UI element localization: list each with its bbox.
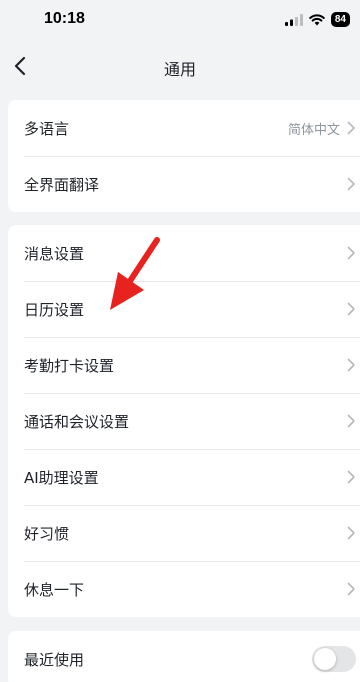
chevron-right-icon [347, 582, 355, 596]
settings-item-label: 全界面翻译 [24, 175, 100, 194]
row-right [346, 225, 356, 281]
settings-item-label: 最近使用 [24, 650, 85, 669]
row-right [346, 449, 356, 505]
settings-item-label: AI助理设置 [24, 468, 99, 487]
nav-bar: 通用 [0, 44, 360, 90]
page-title: 通用 [163, 60, 196, 79]
status-bar: 10:18 84 [0, 0, 360, 40]
settings-item-full-translation[interactable]: 全界面翻译 [8, 156, 360, 212]
settings-item-message[interactable]: 消息设置 [8, 225, 360, 281]
row-right [346, 337, 356, 393]
settings-item-label: 休息一下 [24, 580, 85, 599]
chevron-right-icon [347, 414, 355, 428]
status-icons: 84 [284, 12, 350, 27]
status-time: 10:18 [44, 10, 85, 27]
settings-item-label: 消息设置 [24, 244, 85, 263]
settings-group-recent: 最近使用 [8, 631, 360, 682]
chevron-right-icon [347, 177, 355, 191]
settings-item-calendar[interactable]: 日历设置 [8, 281, 360, 337]
row-right [346, 156, 356, 212]
chevron-right-icon [347, 302, 355, 316]
signal-icon [284, 13, 303, 26]
settings-item-label: 好习惯 [24, 524, 70, 543]
settings-item-good-habits[interactable]: 好习惯 [8, 505, 360, 561]
row-right [346, 281, 356, 337]
chevron-right-icon [347, 121, 355, 135]
row-right [312, 631, 356, 682]
row-right [346, 561, 356, 617]
settings-group-features: 消息设置 日历设置 考勤打卡设置 通话和会议设置 AI助理设置 好习惯 休息一下 [8, 225, 360, 617]
language-value: 简体中文 [287, 122, 340, 138]
settings-item-attendance[interactable]: 考勤打卡设置 [8, 337, 360, 393]
settings-item-recent: 最近使用 [8, 631, 360, 682]
wifi-icon [309, 13, 325, 25]
chevron-right-icon [347, 358, 355, 372]
settings-item-calls-meetings[interactable]: 通话和会议设置 [8, 393, 360, 449]
chevron-right-icon [347, 246, 355, 260]
chevron-right-icon [347, 526, 355, 540]
row-right [346, 393, 356, 449]
chevron-right-icon [347, 470, 355, 484]
settings-item-label: 日历设置 [24, 300, 85, 319]
settings-item-language[interactable]: 多语言 简体中文 [8, 100, 360, 156]
settings-item-label: 通话和会议设置 [24, 412, 130, 431]
recent-toggle[interactable] [312, 646, 356, 672]
toggle-knob [314, 648, 336, 670]
battery-icon: 84 [330, 12, 350, 27]
row-right [346, 505, 356, 561]
settings-item-label: 考勤打卡设置 [24, 356, 115, 375]
settings-group-language: 多语言 简体中文 全界面翻译 [8, 100, 360, 212]
settings-item-take-a-break[interactable]: 休息一下 [8, 561, 360, 617]
settings-item-ai-assistant[interactable]: AI助理设置 [8, 449, 360, 505]
row-right: 简体中文 [288, 100, 356, 156]
settings-item-label: 多语言 [24, 119, 70, 138]
